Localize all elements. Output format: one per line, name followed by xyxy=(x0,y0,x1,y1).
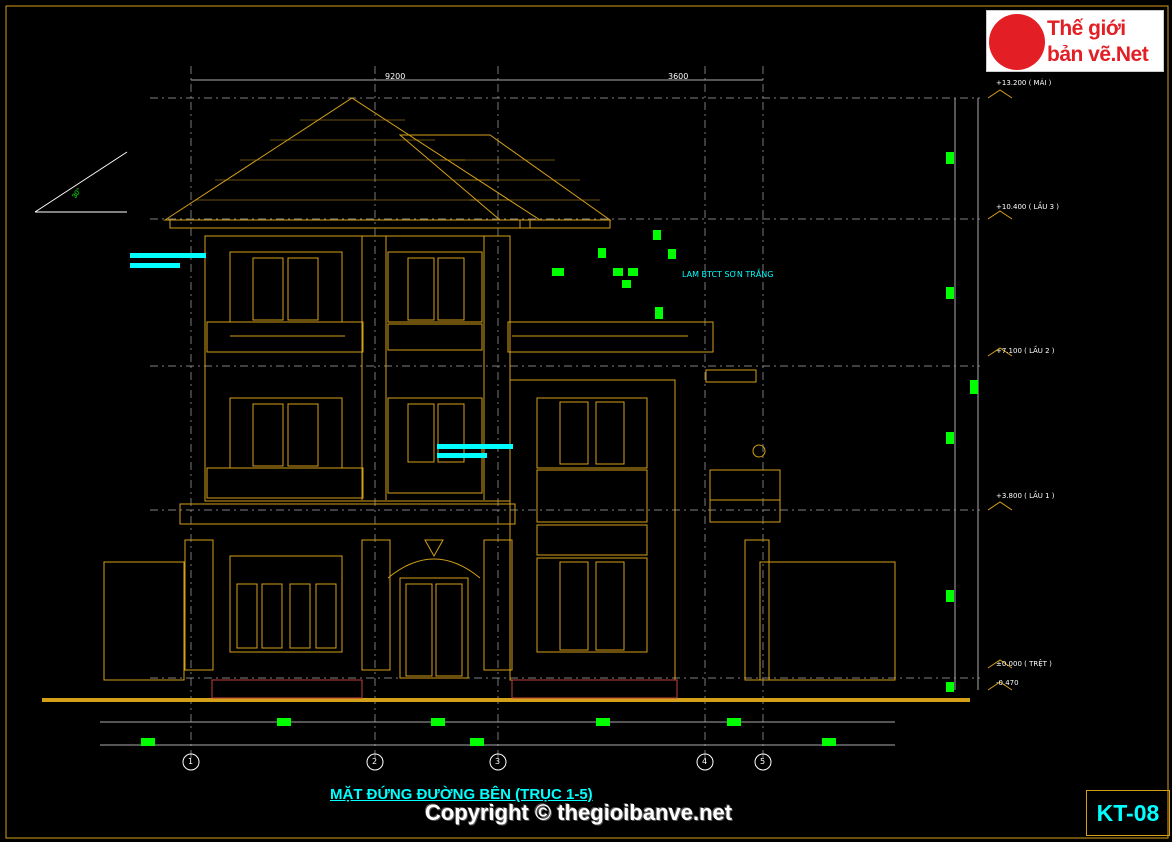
axis-label: 4 xyxy=(702,757,708,766)
copyright-watermark: Copyright © thegioibanve.net xyxy=(425,800,733,825)
level-label: ±0.000 ( TRỆT ) xyxy=(996,660,1052,668)
elevation-drawing xyxy=(0,0,1172,842)
site-logo: Thế giới bản vẽ.Net xyxy=(986,10,1164,72)
level-label: +7.100 ( LẦU 2 ) xyxy=(996,347,1055,355)
level-label: -0.470 xyxy=(996,679,1019,687)
logo-line-2: bản vẽ.Net xyxy=(1047,43,1149,66)
level-label: +10.400 ( LẦU 3 ) xyxy=(996,203,1059,211)
logo-line-1: Thế giới xyxy=(1047,17,1126,40)
dimension-label: 3600 xyxy=(668,72,689,81)
house-icon xyxy=(989,14,1045,70)
axis-label: 1 xyxy=(188,757,194,766)
axis-label: 5 xyxy=(760,757,766,766)
level-label: +13.200 ( MÁI ) xyxy=(996,79,1052,87)
dimension-label: 9200 xyxy=(385,72,406,81)
sheet-number: KT-08 xyxy=(1086,790,1170,836)
axis-label: 2 xyxy=(372,757,378,766)
axis-label: 3 xyxy=(495,757,501,766)
level-label: +3.800 ( LẦU 1 ) xyxy=(996,492,1055,500)
material-note: LAM BTCT SƠN TRẮNG xyxy=(682,270,774,279)
